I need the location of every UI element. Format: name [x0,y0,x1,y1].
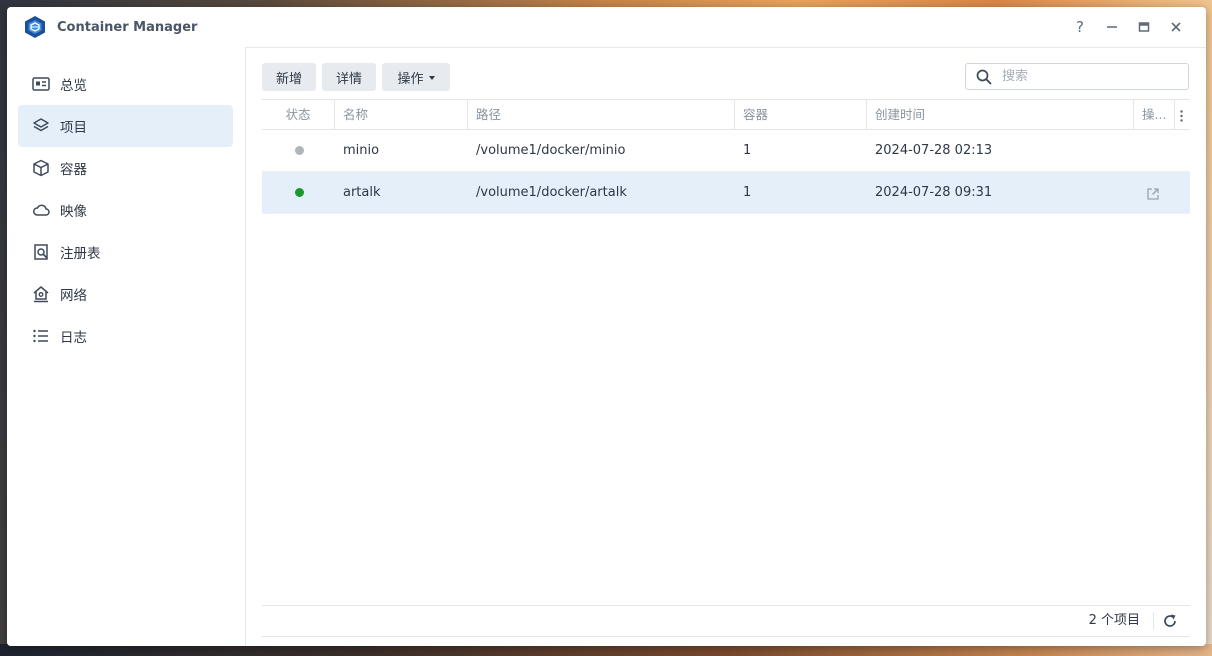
table-header: 状态 名称 路径 容器 创建时间 操... [262,99,1190,130]
sidebar-item-label: 总览 [60,78,87,94]
open-web-portal-icon[interactable] [1146,186,1160,200]
maximize-icon[interactable] [1128,11,1160,43]
log-list-icon [32,327,50,345]
search-input[interactable] [1000,68,1174,85]
cell-containers: 1 [743,143,752,158]
table-footer: 2 个项目 [262,605,1190,637]
search-box[interactable] [965,63,1189,90]
cloud-icon [32,201,50,219]
table-row[interactable]: artalk /volume1/docker/artalk 1 2024-07-… [262,172,1190,214]
sidebar-item-log[interactable]: 日志 [18,315,233,357]
sidebar-item-label: 容器 [60,162,87,178]
add-button[interactable]: 新增 [262,63,316,91]
close-icon[interactable] [1160,11,1192,43]
app-window: Container Manager ? 总览 项目 容器 映像 注册表 网络 日… [7,7,1206,646]
cell-containers: 1 [743,185,752,200]
table-row[interactable]: minio /volume1/docker/minio 1 2024-07-28… [262,130,1190,172]
cell-created: 2024-07-28 09:31 [875,185,993,200]
help-icon[interactable]: ? [1064,11,1096,43]
chevron-down-icon [428,76,435,80]
sidebar: 总览 项目 容器 映像 注册表 网络 日志 [7,47,246,646]
sidebar-item-overview[interactable]: 总览 [18,63,233,105]
container-box-icon [32,159,50,177]
column-header-created[interactable]: 创建时间 [867,100,1134,129]
overview-icon [32,75,50,93]
footer-divider [1153,612,1154,630]
cell-name: minio [343,143,380,158]
sidebar-item-network[interactable]: 网络 [18,273,233,315]
column-header-containers[interactable]: 容器 [735,100,867,129]
registry-search-icon [32,243,50,261]
projects-table: 状态 名称 路径 容器 创建时间 操... minio /volume1/doc… [262,99,1190,214]
column-header-path[interactable]: 路径 [468,100,735,129]
container-manager-logo-icon [24,15,46,39]
details-button[interactable]: 详情 [322,63,376,91]
sidebar-item-label: 日志 [60,330,87,346]
sidebar-item-label: 项目 [60,120,87,136]
sidebar-item-image[interactable]: 映像 [18,189,233,231]
sidebar-item-label: 映像 [60,204,87,220]
refresh-icon[interactable] [1162,613,1178,629]
item-count: 2 个项目 [1088,613,1140,628]
network-home-icon [32,285,50,303]
cell-path: /volume1/docker/artalk [476,185,627,200]
sidebar-item-registry[interactable]: 注册表 [18,231,233,273]
title-bar: Container Manager ? [7,7,1206,48]
minimize-icon[interactable] [1096,11,1128,43]
cell-name: artalk [343,185,381,200]
search-icon [976,69,992,85]
sidebar-item-label: 注册表 [60,246,101,262]
main-panel: 新增 详情 操作 状态 名称 路径 容器 创建时间 操... [246,47,1206,646]
cell-path: /volume1/docker/minio [476,143,626,158]
status-dot-stopped [295,146,304,155]
sidebar-item-label: 网络 [60,288,87,304]
column-header-actions[interactable]: 操... [1134,100,1175,129]
project-layers-icon [32,117,50,135]
sidebar-item-project[interactable]: 项目 [18,105,233,147]
action-dropdown-label: 操作 [397,71,424,87]
action-dropdown-button[interactable]: 操作 [382,63,450,91]
column-header-status[interactable]: 状态 [262,100,335,129]
sidebar-item-container[interactable]: 容器 [18,147,233,189]
column-header-name[interactable]: 名称 [335,100,468,129]
status-dot-running [295,188,304,197]
app-title: Container Manager [57,19,198,35]
cell-created: 2024-07-28 02:13 [875,143,993,158]
column-options-icon[interactable] [1175,100,1190,129]
